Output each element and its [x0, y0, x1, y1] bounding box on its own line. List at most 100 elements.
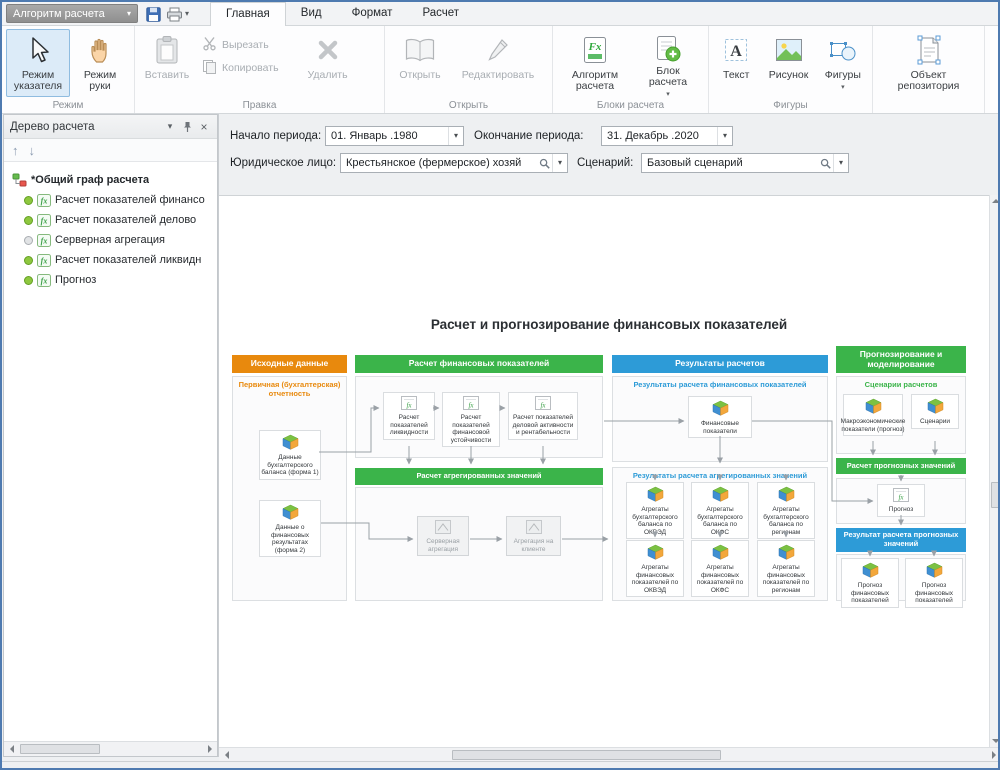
- period-start-value: 01. Январь .1980: [326, 130, 448, 142]
- paste-icon: [154, 33, 180, 67]
- ribbon-group-edit: Вставить Вырезать Копировать Удалить: [135, 26, 385, 113]
- panel-toolbar: ↑ ↓: [4, 139, 217, 162]
- app-window: Алгоритм расчета ▾ ▾ Главная Вид Формат …: [0, 0, 1000, 770]
- hand-mode-button[interactable]: Режим руки: [72, 29, 128, 97]
- period-start-field[interactable]: 01. Январь .1980 ▾: [325, 126, 464, 146]
- tree-item-label: Прогноз: [55, 274, 96, 286]
- button-label: Алгоритм расчета: [559, 70, 631, 92]
- picture-button[interactable]: Рисунок: [761, 29, 815, 97]
- scroll-left-arrow[interactable]: [219, 748, 234, 762]
- dropdown-arrow-icon[interactable]: ▾: [833, 154, 848, 172]
- scroll-right-arrow[interactable]: [202, 742, 217, 756]
- pin-icon[interactable]: [180, 121, 194, 133]
- calc-algorithm-button[interactable]: Fx Алгоритм расчета: [557, 29, 633, 97]
- panel-menu-icon[interactable]: ▾: [163, 121, 177, 132]
- copy-button[interactable]: Копировать: [197, 56, 284, 79]
- dropdown-arrow-icon[interactable]: ▾: [552, 154, 567, 172]
- search-icon[interactable]: [817, 158, 833, 169]
- titlebar: Алгоритм расчета ▾ ▾ Главная Вид Формат …: [2, 2, 998, 26]
- panel-title: Дерево расчета: [10, 121, 160, 133]
- filter-bar: Начало периода: 01. Январь .1980 ▾ Оконч…: [219, 114, 1000, 195]
- tree-item[interactable]: fx Прогноз: [4, 270, 217, 290]
- dropdown-arrow-icon: ▾: [666, 89, 670, 100]
- tab-glavnaya[interactable]: Главная: [210, 2, 286, 26]
- delete-button[interactable]: Удалить: [300, 29, 356, 97]
- scenario-label: Сценарий:: [577, 153, 633, 173]
- button-label: Вырезать: [222, 39, 269, 51]
- close-icon[interactable]: ×: [197, 120, 211, 134]
- save-button[interactable]: [144, 6, 162, 22]
- scenario-field[interactable]: Базовый сценарий ▾: [641, 153, 849, 173]
- scroll-left-arrow[interactable]: [4, 742, 19, 756]
- status-dot-gray: [24, 236, 33, 245]
- scroll-right-arrow[interactable]: [986, 748, 1000, 762]
- entity-field[interactable]: Крестьянское (фермерское) хозяй ▾: [340, 153, 568, 173]
- tab-vid[interactable]: Вид: [286, 2, 337, 26]
- shapes-button[interactable]: Фигуры ▾: [818, 29, 868, 97]
- graph-icon: [12, 173, 27, 187]
- ribbon-group-mode: Режим указателя Режим руки Режим: [2, 26, 135, 113]
- canvas-vscrollbar[interactable]: [989, 195, 1000, 747]
- dropdown-arrow-icon[interactable]: ▾: [448, 127, 463, 145]
- calc-block-button[interactable]: Блок расчета ▾: [635, 29, 701, 97]
- cut-button[interactable]: Вырезать: [197, 33, 284, 56]
- ribbon-group-blocks: Fx Алгоритм расчета Блок расчета ▾ Блоки…: [553, 26, 709, 113]
- scroll-up-arrow[interactable]: [990, 195, 1000, 207]
- tree-item-label: Расчет показателей ликвидн: [55, 254, 201, 266]
- fx-icon: fx: [37, 274, 51, 287]
- tree-item[interactable]: fx Расчет показателей финансо: [4, 190, 217, 210]
- tab-raschet[interactable]: Расчет: [407, 2, 474, 26]
- scroll-thumb[interactable]: [20, 744, 100, 754]
- edit-button[interactable]: Редактировать: [453, 29, 543, 97]
- dropdown-arrow-icon[interactable]: ▾: [717, 127, 732, 145]
- print-button[interactable]: [165, 6, 183, 22]
- repository-object-button[interactable]: Объект репозитория: [885, 29, 973, 97]
- add-block-icon: [655, 33, 681, 63]
- calculation-tree: *Общий граф расчета fx Расчет показателе…: [4, 162, 217, 290]
- period-end-field[interactable]: 31. Декабрь .2020 ▾: [601, 126, 733, 146]
- open-button[interactable]: Открыть: [389, 29, 451, 97]
- search-icon[interactable]: [536, 158, 552, 169]
- canvas-hscrollbar[interactable]: [219, 747, 1000, 762]
- paste-button[interactable]: Вставить: [139, 29, 195, 97]
- tree-item-root[interactable]: *Общий граф расчета: [4, 170, 217, 190]
- button-label: Копировать: [222, 62, 279, 74]
- delete-icon: [315, 33, 341, 67]
- shapes-icon: [829, 33, 857, 67]
- svg-text:A: A: [730, 43, 742, 60]
- entity-label: Юридическое лицо:: [230, 153, 336, 173]
- scroll-down-arrow[interactable]: [990, 735, 1000, 747]
- pointer-mode-button[interactable]: Режим указателя: [6, 29, 70, 97]
- svg-text:fx: fx: [41, 256, 48, 265]
- period-start-label: Начало периода:: [230, 126, 321, 146]
- button-label: Режим руки: [74, 70, 126, 92]
- dropdown-arrow-icon: ▾: [841, 82, 845, 93]
- period-end-label: Окончание периода:: [474, 126, 584, 146]
- tree-item[interactable]: fx Расчет показателей ликвидн: [4, 250, 217, 270]
- button-label: Блок расчета: [637, 66, 699, 88]
- hand-icon: [88, 33, 112, 67]
- diagram-canvas[interactable]: Расчет и прогнозирование финансовых пока…: [219, 195, 989, 747]
- app-menu-button[interactable]: Алгоритм расчета ▾: [6, 4, 138, 23]
- scroll-thumb[interactable]: [991, 482, 1000, 508]
- tree-hscrollbar[interactable]: [4, 741, 217, 756]
- button-label: Удалить: [308, 70, 348, 81]
- button-label: Текст: [723, 70, 749, 81]
- ribbon-group-shapes: A Текст Рисунок Фигуры ▾ Фигуры: [709, 26, 873, 113]
- move-down-button[interactable]: ↓: [29, 144, 36, 157]
- move-up-button[interactable]: ↑: [12, 144, 19, 157]
- pencil-icon: [485, 33, 511, 67]
- tree-item[interactable]: fx Серверная агрегация: [4, 230, 217, 250]
- status-dot-green: [24, 196, 33, 205]
- ribbon-group-open: Открыть Редактировать Открыть: [385, 26, 553, 113]
- print-dropdown-icon[interactable]: ▾: [185, 9, 189, 18]
- text-button[interactable]: A Текст: [713, 29, 759, 97]
- group-label: Открыть: [385, 100, 552, 113]
- pointer-icon: [26, 33, 50, 67]
- tree-panel: Дерево расчета ▾ × ↑ ↓ *Общий граф расче…: [3, 114, 218, 757]
- button-label: Режим указателя: [8, 70, 68, 92]
- tree-item[interactable]: fx Расчет показателей делово: [4, 210, 217, 230]
- tab-format[interactable]: Формат: [337, 2, 408, 26]
- scroll-thumb[interactable]: [452, 750, 721, 760]
- dropdown-arrow-icon: ▾: [127, 9, 131, 18]
